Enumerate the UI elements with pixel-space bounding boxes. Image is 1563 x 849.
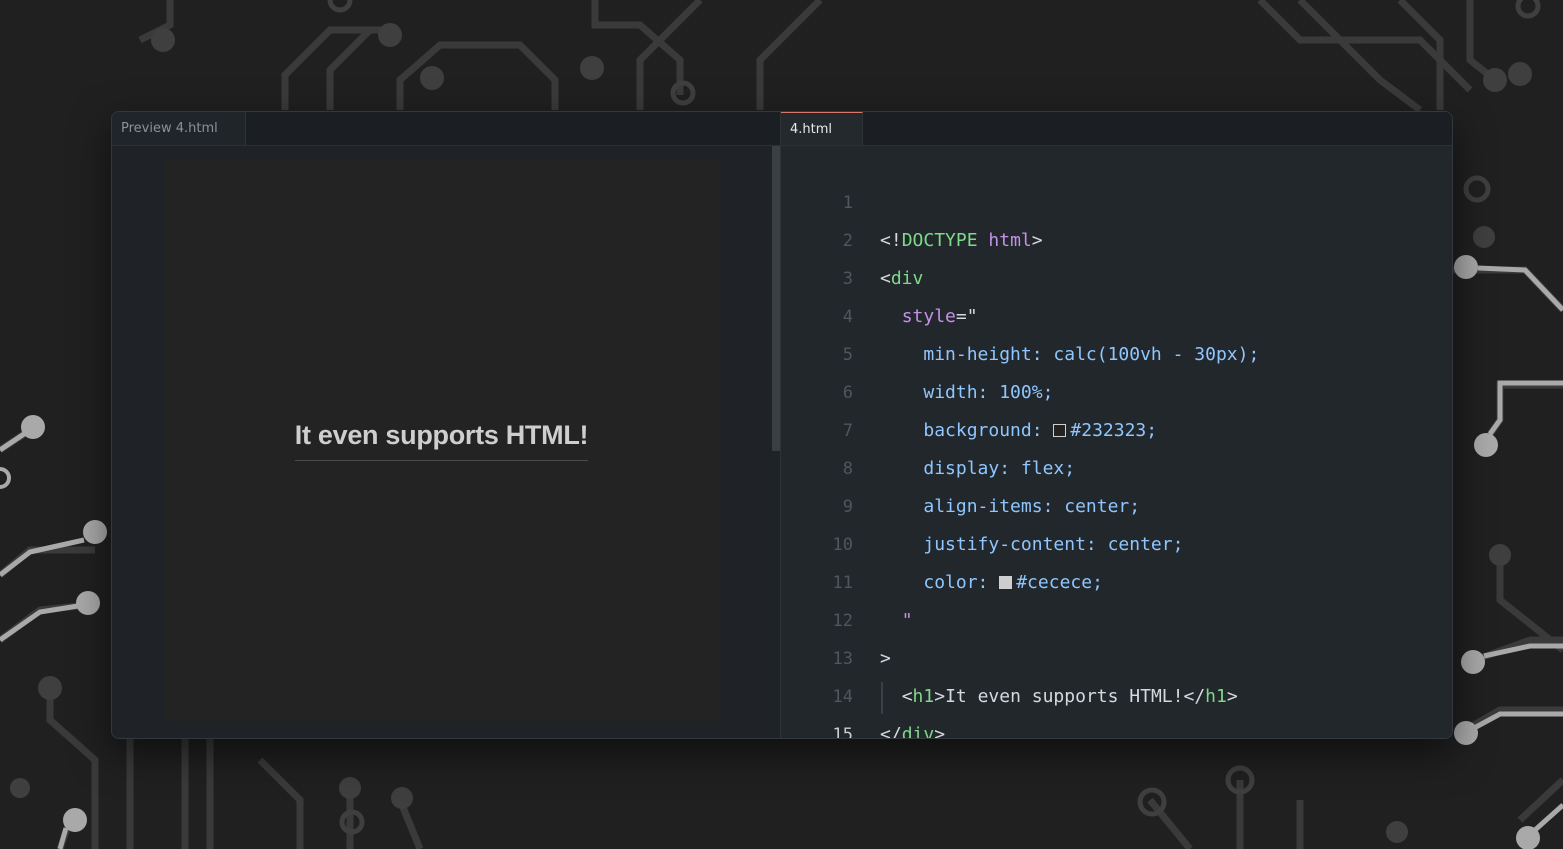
code-line: 4 min-height: calc(100vh - 30px); <box>781 260 1452 365</box>
preview-pane: Preview 4.html It even supports HTML! <box>112 112 781 738</box>
code-line: 2 <div <box>781 184 1452 289</box>
code-line: 10 color: #cecece; <box>781 488 1452 593</box>
tab-preview[interactable]: Preview 4.html <box>112 112 246 145</box>
code-line: 7 display: flex; <box>781 374 1452 479</box>
preview-content: It even supports HTML! <box>164 159 719 721</box>
code-line: 3 style=" <box>781 222 1452 327</box>
code-line: 14 </div> <box>781 640 1452 738</box>
preview-scrollbar[interactable] <box>772 146 780 451</box>
preview-heading: It even supports HTML! <box>294 420 589 461</box>
tab-4-html[interactable]: 4.html <box>781 112 863 145</box>
code-tab-bar: 4.html <box>781 112 1452 146</box>
code-line-active: 15 <box>781 678 1452 738</box>
code-pane: 4.html 1 <!DOCTYPE html> 2 <div 3 style=… <box>781 112 1452 738</box>
code-line: 1 <!DOCTYPE html> <box>781 146 1452 251</box>
code-line: 8 align-items: center; <box>781 412 1452 517</box>
editor-window: Preview 4.html It even supports HTML! 4.… <box>111 111 1453 739</box>
code-line: 9 justify-content: center; <box>781 450 1452 555</box>
code-editor[interactable]: 1 <!DOCTYPE html> 2 <div 3 style=" 4 min… <box>781 146 1452 738</box>
code-text: </div> <box>880 724 946 739</box>
code-line: 13 <h1>It even supports HTML!</h1> <box>781 602 1452 707</box>
line-number: 15 <box>832 725 853 739</box>
text-cursor <box>881 682 883 714</box>
code-line: 6 background: #232323; <box>781 336 1452 441</box>
preview-tab-bar: Preview 4.html <box>112 112 781 146</box>
code-line: 12 > <box>781 564 1452 669</box>
code-line: 5 width: 100%; <box>781 298 1452 403</box>
code-line: 11 " <box>781 526 1452 631</box>
